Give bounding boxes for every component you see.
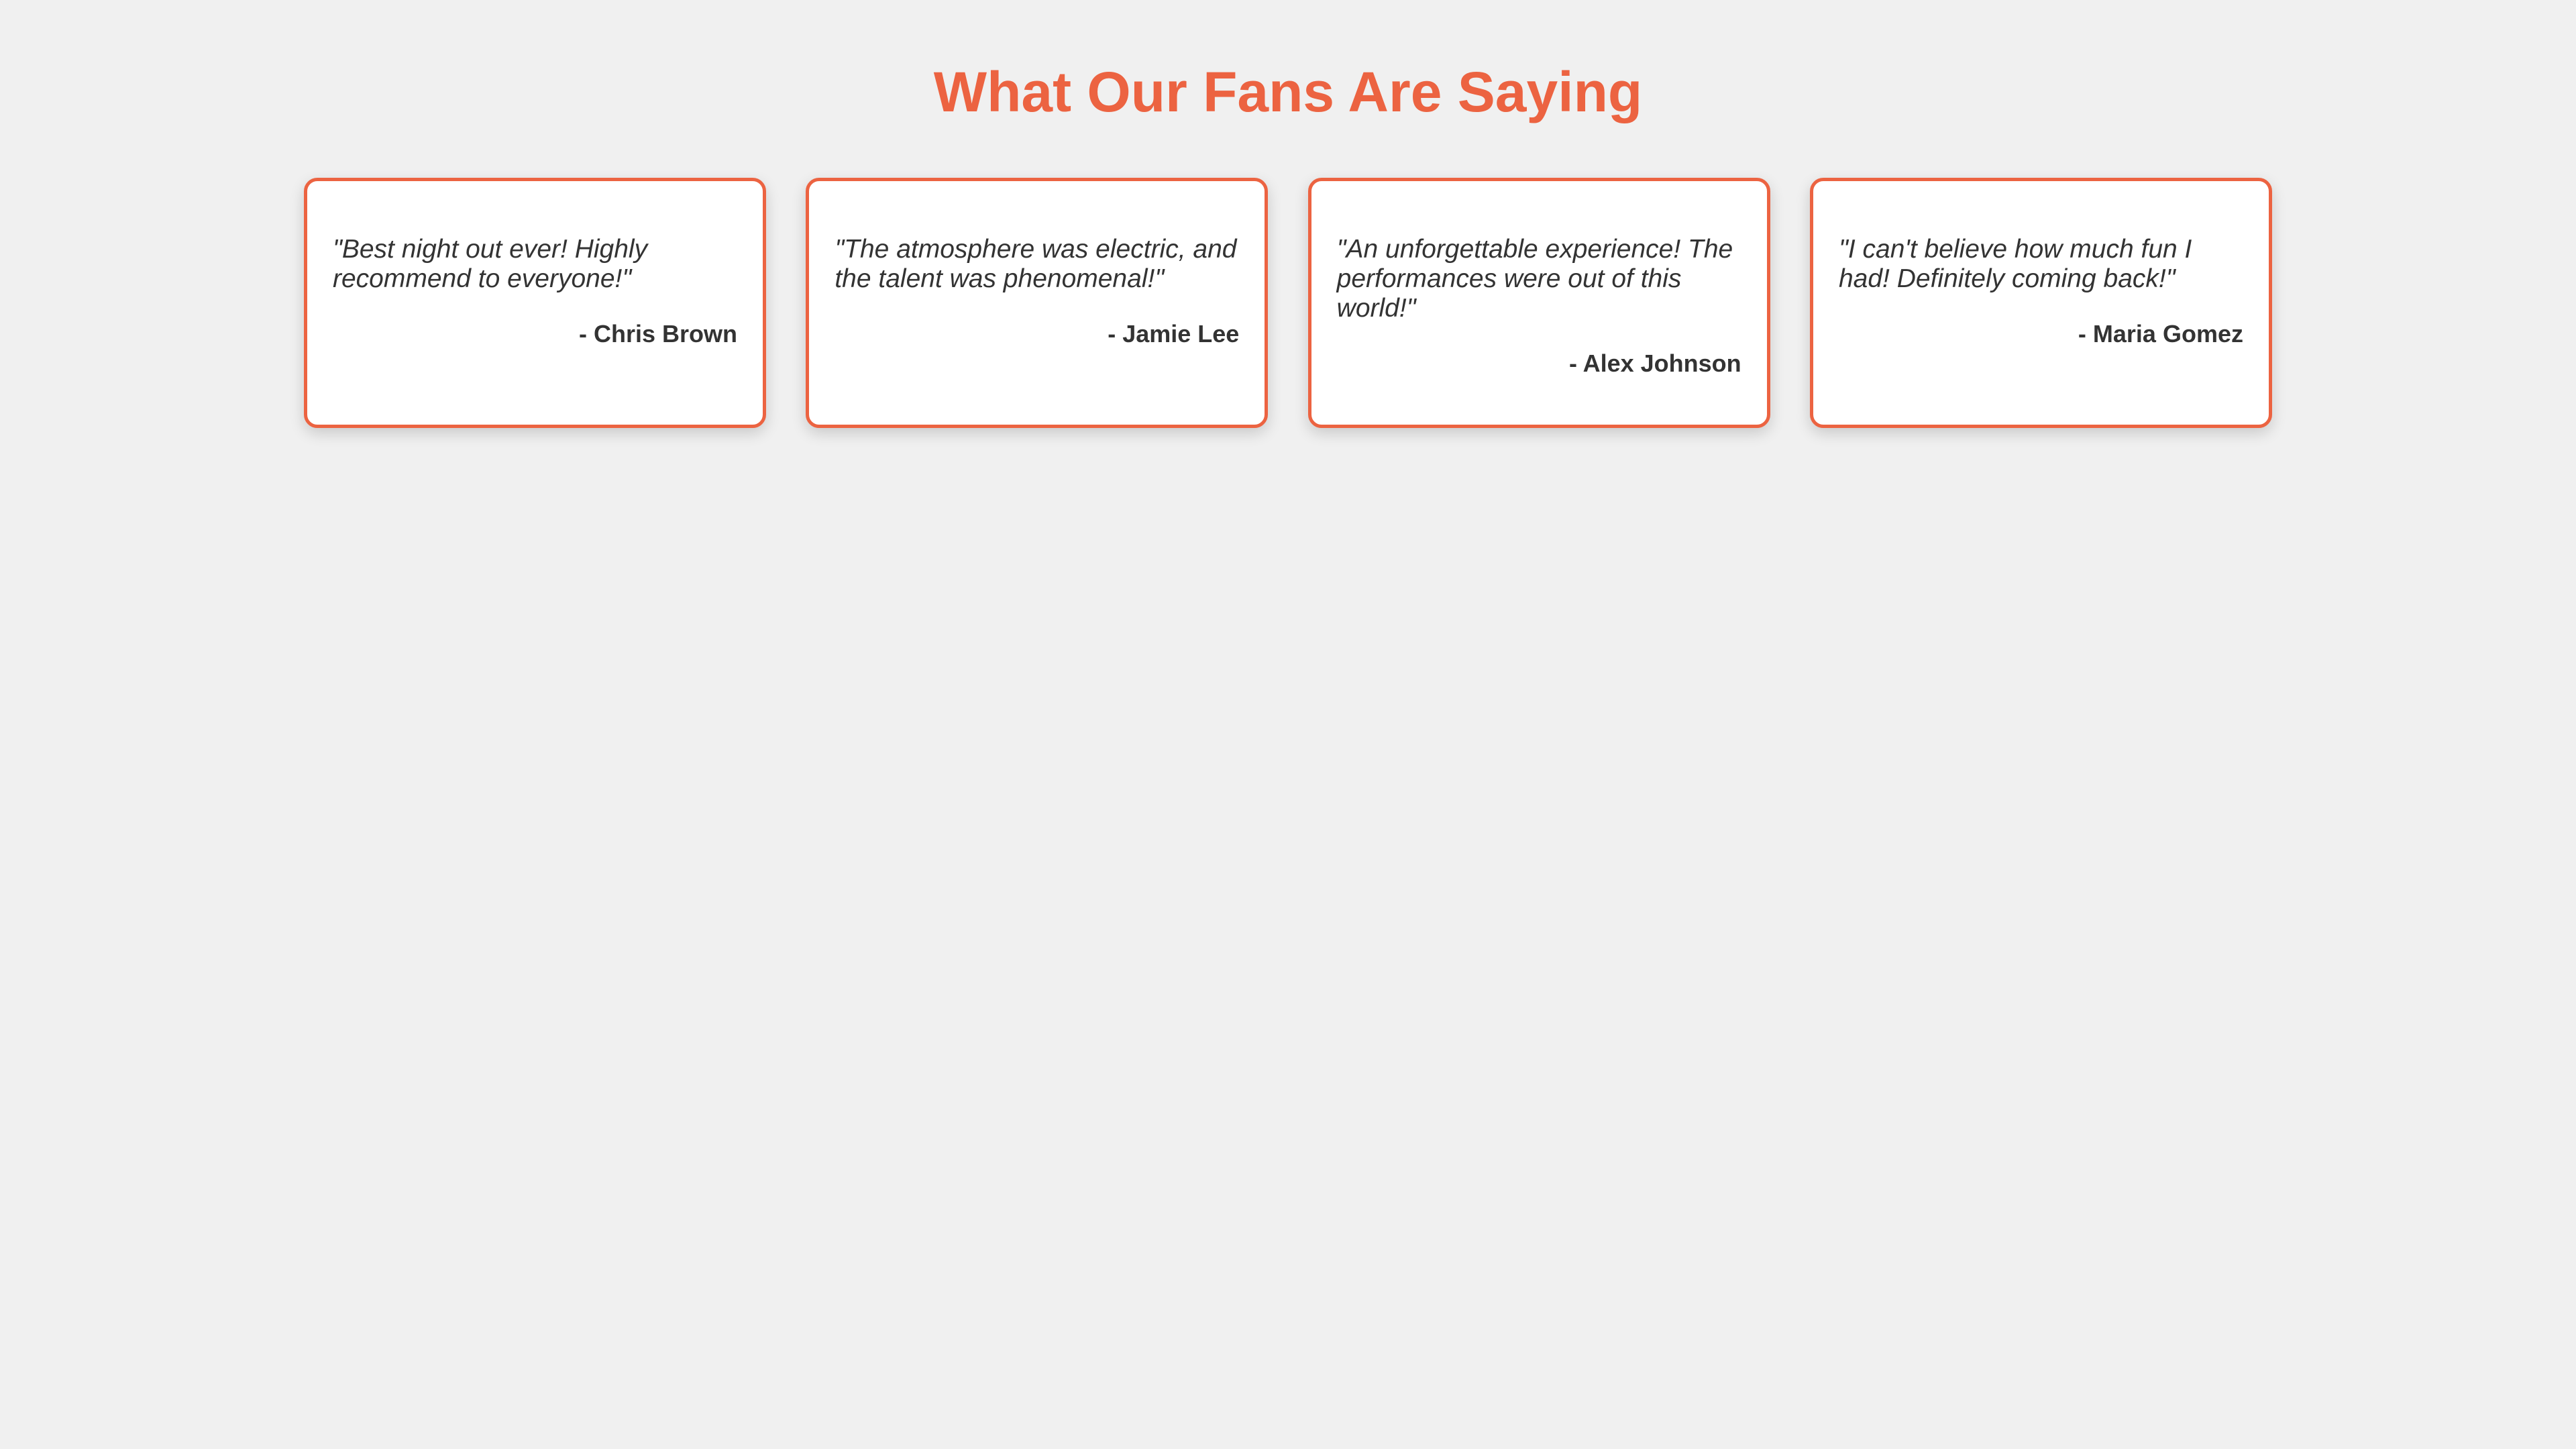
testimonial-quote: "The atmosphere was electric, and the ta… xyxy=(835,235,1237,293)
testimonials-page: What Our Fans Are Saying "Best night out… xyxy=(0,0,2576,1449)
testimonial-card: "I can't believe how much fun I had! Def… xyxy=(1809,178,2272,428)
testimonial-card: "An unforgettable experience! The perfor… xyxy=(1307,178,1770,428)
page-title: What Our Fans Are Saying xyxy=(933,60,1643,123)
testimonial-card: "The atmosphere was electric, and the ta… xyxy=(806,178,1269,428)
testimonial-list: "Best night out ever! Highly recommend t… xyxy=(304,178,2272,428)
testimonial-quote: "Best night out ever! Highly recommend t… xyxy=(333,235,648,293)
testimonial-author: - Chris Brown xyxy=(578,320,737,347)
testimonial-author: - Maria Gomez xyxy=(2078,320,2243,347)
testimonial-author: - Alex Johnson xyxy=(1568,350,1741,377)
testimonial-quote: "An unforgettable experience! The perfor… xyxy=(1336,235,1733,323)
testimonial-quote: "I can't believe how much fun I had! Def… xyxy=(1838,235,2192,293)
testimonial-author: - Jamie Lee xyxy=(1108,320,1240,347)
testimonial-card: "Best night out ever! Highly recommend t… xyxy=(304,178,766,428)
